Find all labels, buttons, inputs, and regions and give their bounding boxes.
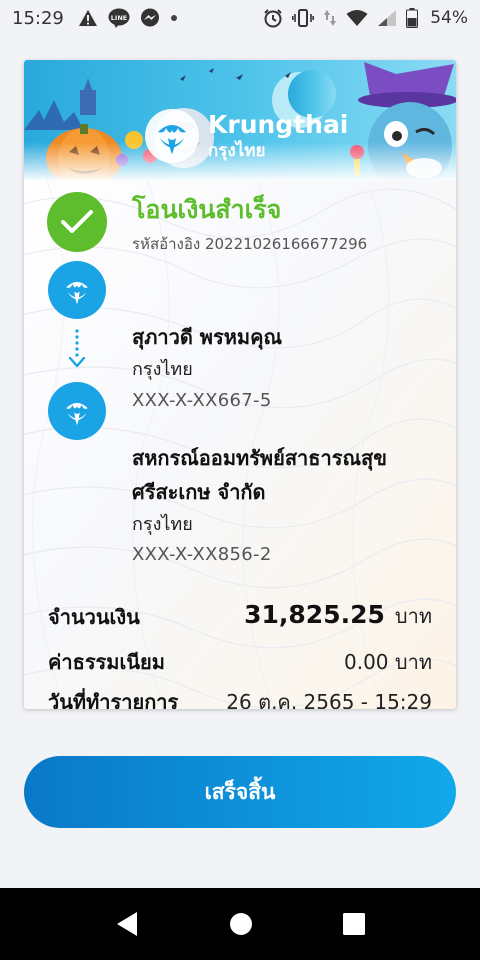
receiver-account: XXX-X-XX856-2 bbox=[132, 544, 272, 565]
receiver-bank-logo-icon bbox=[48, 382, 106, 440]
clock: 15:29 bbox=[12, 7, 64, 29]
signal-icon bbox=[377, 9, 397, 27]
system-nav-bar bbox=[0, 888, 480, 960]
sender-bank-logo-icon bbox=[48, 261, 106, 319]
amount-value-row: 31,825.25 บาท bbox=[244, 600, 432, 631]
brand-subtitle: กรุงไทย bbox=[208, 141, 266, 161]
success-check-icon bbox=[47, 192, 107, 252]
brand-name: Krungthai bbox=[208, 110, 349, 139]
vibrate-icon bbox=[292, 8, 315, 28]
status-bar: 15:29 LINE 54% bbox=[0, 0, 480, 36]
system-icons: 54% bbox=[263, 8, 468, 28]
krungthai-logo-icon bbox=[144, 108, 200, 164]
dot-icon bbox=[170, 14, 178, 22]
fee-label: ค่าธรรมเนียม bbox=[48, 650, 165, 674]
svg-text:LINE: LINE bbox=[111, 14, 127, 22]
battery-percent: 54% bbox=[430, 8, 468, 28]
messenger-icon bbox=[140, 8, 160, 28]
sender-name: สุภาวดี พรหมคุณ bbox=[132, 325, 283, 349]
battery-icon bbox=[406, 8, 419, 28]
krungthai-banner: Krungthai กรุงไทย bbox=[24, 60, 456, 180]
done-button[interactable]: เสร็จสิ้น bbox=[24, 756, 456, 828]
transfer-arrow-icon bbox=[68, 329, 86, 368]
success-title: โอนเงินสำเร็จ bbox=[132, 195, 282, 224]
sender-bank: กรุงไทย bbox=[132, 359, 193, 380]
date-value: 26 ต.ค. 2565 - 15:29 bbox=[226, 690, 432, 709]
sender-account: XXX-X-XX667-5 bbox=[132, 390, 272, 411]
krungthai-brand: Krungthai กรุงไทย bbox=[144, 108, 348, 164]
date-label: วันที่ทำรายการ bbox=[48, 690, 179, 709]
amount-unit: บาท bbox=[394, 604, 432, 628]
alarm-icon bbox=[263, 8, 283, 28]
data-arrows-icon bbox=[323, 8, 337, 28]
transfer-slip-card: Krungthai กรุงไทย โอนเงินสำเร็จ รหัสอ้าง… bbox=[24, 60, 456, 709]
receiver-name-line1: สหกรณ์ออมทรัพย์สาธารณสุข bbox=[132, 446, 387, 470]
reference-number: รหัสอ้างอิง 20221026166677296 bbox=[132, 235, 368, 253]
fee-value: 0.00 บาท bbox=[344, 650, 432, 674]
receiver-name-line2: ศรีสะเกษ จำกัด bbox=[132, 480, 266, 504]
amount-label: จำนวนเงิน bbox=[48, 605, 140, 629]
receiver-bank: กรุงไทย bbox=[132, 514, 193, 535]
home-icon[interactable] bbox=[229, 912, 253, 936]
line-app-icon: LINE bbox=[108, 8, 130, 28]
warning-icon bbox=[78, 9, 98, 27]
amount-value: 31,825.25 bbox=[244, 600, 385, 629]
back-icon[interactable] bbox=[115, 911, 139, 937]
recents-icon[interactable] bbox=[343, 913, 365, 935]
wifi-icon bbox=[346, 9, 368, 27]
notification-icons: LINE bbox=[78, 8, 178, 28]
